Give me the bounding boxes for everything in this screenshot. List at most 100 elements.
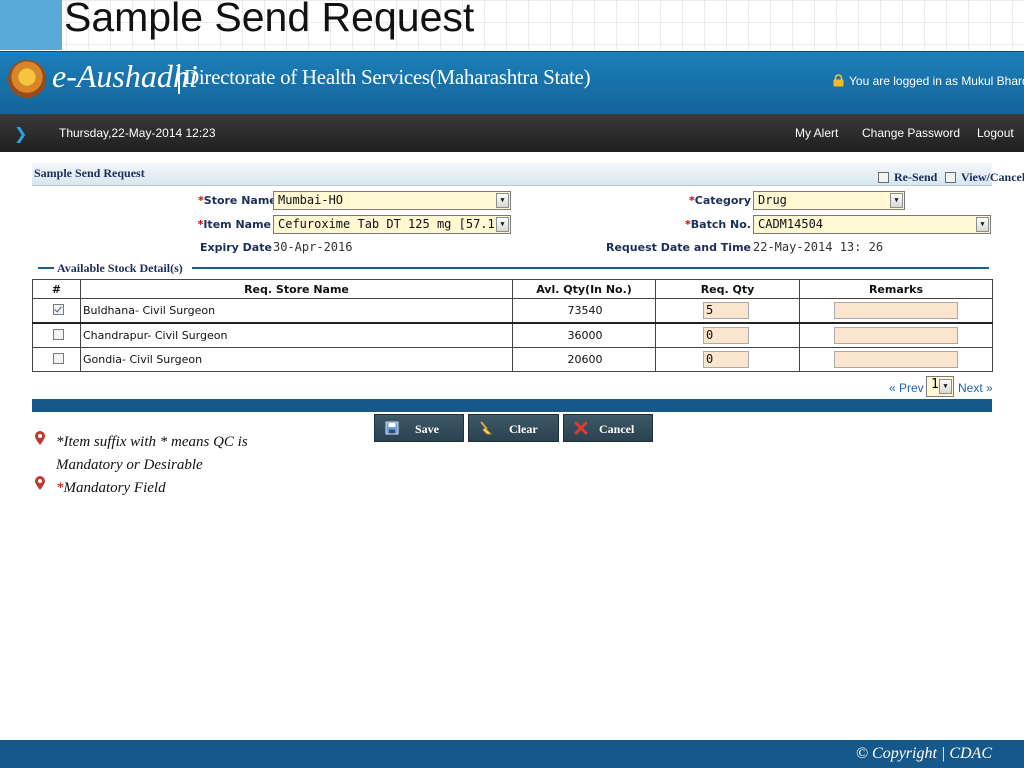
item-name-select[interactable]: Cefuroxime Tab DT 125 mg [57.1]* ▼	[273, 215, 511, 234]
pager-next-link[interactable]: Next »	[958, 381, 993, 395]
view-cancel-option[interactable]: View/Cancel	[945, 167, 1024, 186]
remarks-cell	[799, 298, 993, 324]
mandatory-note: *Mandatory Field	[56, 480, 166, 497]
store-name-value: Mumbai-HO	[278, 193, 344, 207]
stock-legend: Available Stock Detail(s)	[57, 261, 183, 275]
pager-prev-link[interactable]: « Prev	[889, 381, 924, 395]
pager-page-value: 1	[931, 377, 939, 392]
row-checkbox[interactable]	[53, 352, 64, 364]
column-header: Req. Store Name	[80, 279, 513, 299]
chevron-down-icon[interactable]: ▼	[976, 217, 989, 232]
row-checkbox[interactable]	[53, 303, 64, 315]
avl-qty-cell: 20600	[512, 347, 656, 372]
slide-accent-block	[0, 0, 62, 50]
remarks-input[interactable]	[834, 351, 958, 368]
panel-header: Sample Send Request Re-Send View/Cancel	[32, 163, 1024, 186]
item-name-label: *Item Name	[196, 218, 271, 231]
fieldset-line-left	[38, 267, 54, 269]
column-header: #	[32, 279, 81, 299]
table-header-row: # Req. Store Name Avl. Qty(In No.) Req. …	[32, 279, 993, 299]
chevron-down-icon[interactable]: ▼	[496, 217, 509, 232]
row-select-cell	[32, 347, 81, 372]
batch-no-value: CADM14504	[758, 217, 824, 231]
store-name-label-text: Store Name	[203, 194, 277, 207]
avl-qty-cell: 36000	[512, 322, 656, 348]
emblem-logo-icon	[8, 60, 46, 98]
column-header: Avl. Qty(In No.)	[512, 279, 656, 299]
view-cancel-label: View/Cancel	[961, 170, 1024, 184]
broom-icon	[480, 421, 492, 435]
panel-title: Sample Send Request	[34, 166, 145, 180]
nav-datetime: Thursday,22-May-2014 12:23	[59, 126, 216, 140]
row-select-cell	[32, 298, 81, 324]
batch-no-label: *Batch No.	[680, 218, 751, 231]
qc-note-line1: *Item suffix with * means QC is	[56, 434, 248, 450]
item-name-label-text: Item Name	[203, 218, 271, 231]
table-row: Gondia- Civil Surgeon 20600 0	[32, 347, 993, 372]
cancel-x-icon	[574, 421, 588, 435]
nav-link-logout[interactable]: Logout	[977, 126, 1014, 140]
map-pin-icon	[35, 431, 45, 445]
save-button[interactable]: Save	[374, 414, 464, 442]
view-cancel-checkbox[interactable]	[945, 172, 956, 183]
resend-option[interactable]: Re-Send	[878, 167, 937, 186]
req-qty-input[interactable]: 0	[703, 327, 749, 344]
store-name-label: *Store Name	[198, 194, 277, 207]
req-qty-cell: 0	[655, 347, 800, 372]
category-label-text: Category	[694, 194, 751, 207]
clear-button[interactable]: Clear	[468, 414, 559, 442]
clear-label: Clear	[509, 422, 538, 436]
category-select[interactable]: Drug ▼	[753, 191, 905, 210]
avl-qty-cell: 73540	[512, 298, 656, 324]
footer: © Copyright | CDAC	[0, 740, 1024, 768]
req-qty-cell: 0	[655, 322, 800, 348]
chevron-down-icon[interactable]: ▼	[496, 193, 509, 208]
divider-bar	[32, 399, 992, 412]
nav-bar: ❯ Thursday,22-May-2014 12:23 My Alert Ch…	[0, 114, 1024, 152]
stock-table: # Req. Store Name Avl. Qty(In No.) Req. …	[32, 279, 993, 372]
chevron-down-icon[interactable]: ▼	[939, 379, 952, 394]
request-datetime-label: Request Date and Time	[606, 241, 751, 254]
category-value: Drug	[758, 193, 787, 207]
department-name: Directorate of Health Services(Maharasht…	[184, 65, 591, 89]
cancel-button[interactable]: Cancel	[563, 414, 653, 442]
expiry-date-label: Expiry Date	[200, 241, 272, 254]
lock-icon	[833, 74, 844, 87]
batch-no-label-text: Batch No.	[690, 218, 751, 231]
store-name-cell: Gondia- Civil Surgeon	[80, 347, 513, 372]
req-qty-input[interactable]: 0	[703, 351, 749, 368]
slide-title: Sample Send Request	[64, 0, 475, 40]
save-label: Save	[415, 422, 439, 436]
nav-link-change-password[interactable]: Change Password	[862, 126, 960, 140]
item-name-value: Cefuroxime Tab DT 125 mg [57.1]*	[278, 217, 510, 231]
batch-no-select[interactable]: CADM14504 ▼	[753, 215, 991, 234]
nav-link-my-alert[interactable]: My Alert	[795, 126, 838, 140]
logo-separator	[178, 64, 180, 94]
resend-checkbox[interactable]	[878, 172, 889, 183]
mandatory-note-text: Mandatory Field	[63, 480, 166, 496]
table-row: Buldhana- Civil Surgeon 73540 5	[32, 298, 993, 324]
chevron-down-icon[interactable]: ▼	[890, 193, 903, 208]
store-name-select[interactable]: Mumbai-HO ▼	[273, 191, 511, 210]
expiry-date-value: 30-Apr-2016	[273, 240, 353, 254]
request-datetime-value: 22-May-2014 13: 26	[753, 240, 884, 254]
row-checkbox[interactable]	[53, 328, 64, 340]
column-header: Req. Qty	[655, 279, 800, 299]
category-label: *Category	[680, 194, 751, 207]
pager-page-select[interactable]: 1 ▼	[926, 376, 954, 397]
remarks-cell	[799, 347, 993, 372]
fieldset-line-right	[192, 267, 989, 269]
copyright: © Copyright | CDAC	[855, 745, 992, 762]
remarks-input[interactable]	[834, 302, 958, 319]
req-qty-cell: 5	[655, 298, 800, 324]
remarks-input[interactable]	[834, 327, 958, 344]
app-header: e-Aushadhi Directorate of Health Service…	[0, 51, 1024, 115]
chevron-right-icon[interactable]: ❯	[14, 124, 27, 143]
req-qty-input[interactable]: 5	[703, 302, 749, 319]
required-mark: *	[56, 480, 64, 496]
cancel-label: Cancel	[599, 422, 635, 436]
map-pin-icon	[35, 476, 45, 490]
remarks-cell	[799, 322, 993, 348]
column-header: Remarks	[799, 279, 993, 299]
app-name: e-Aushadhi	[52, 58, 198, 94]
